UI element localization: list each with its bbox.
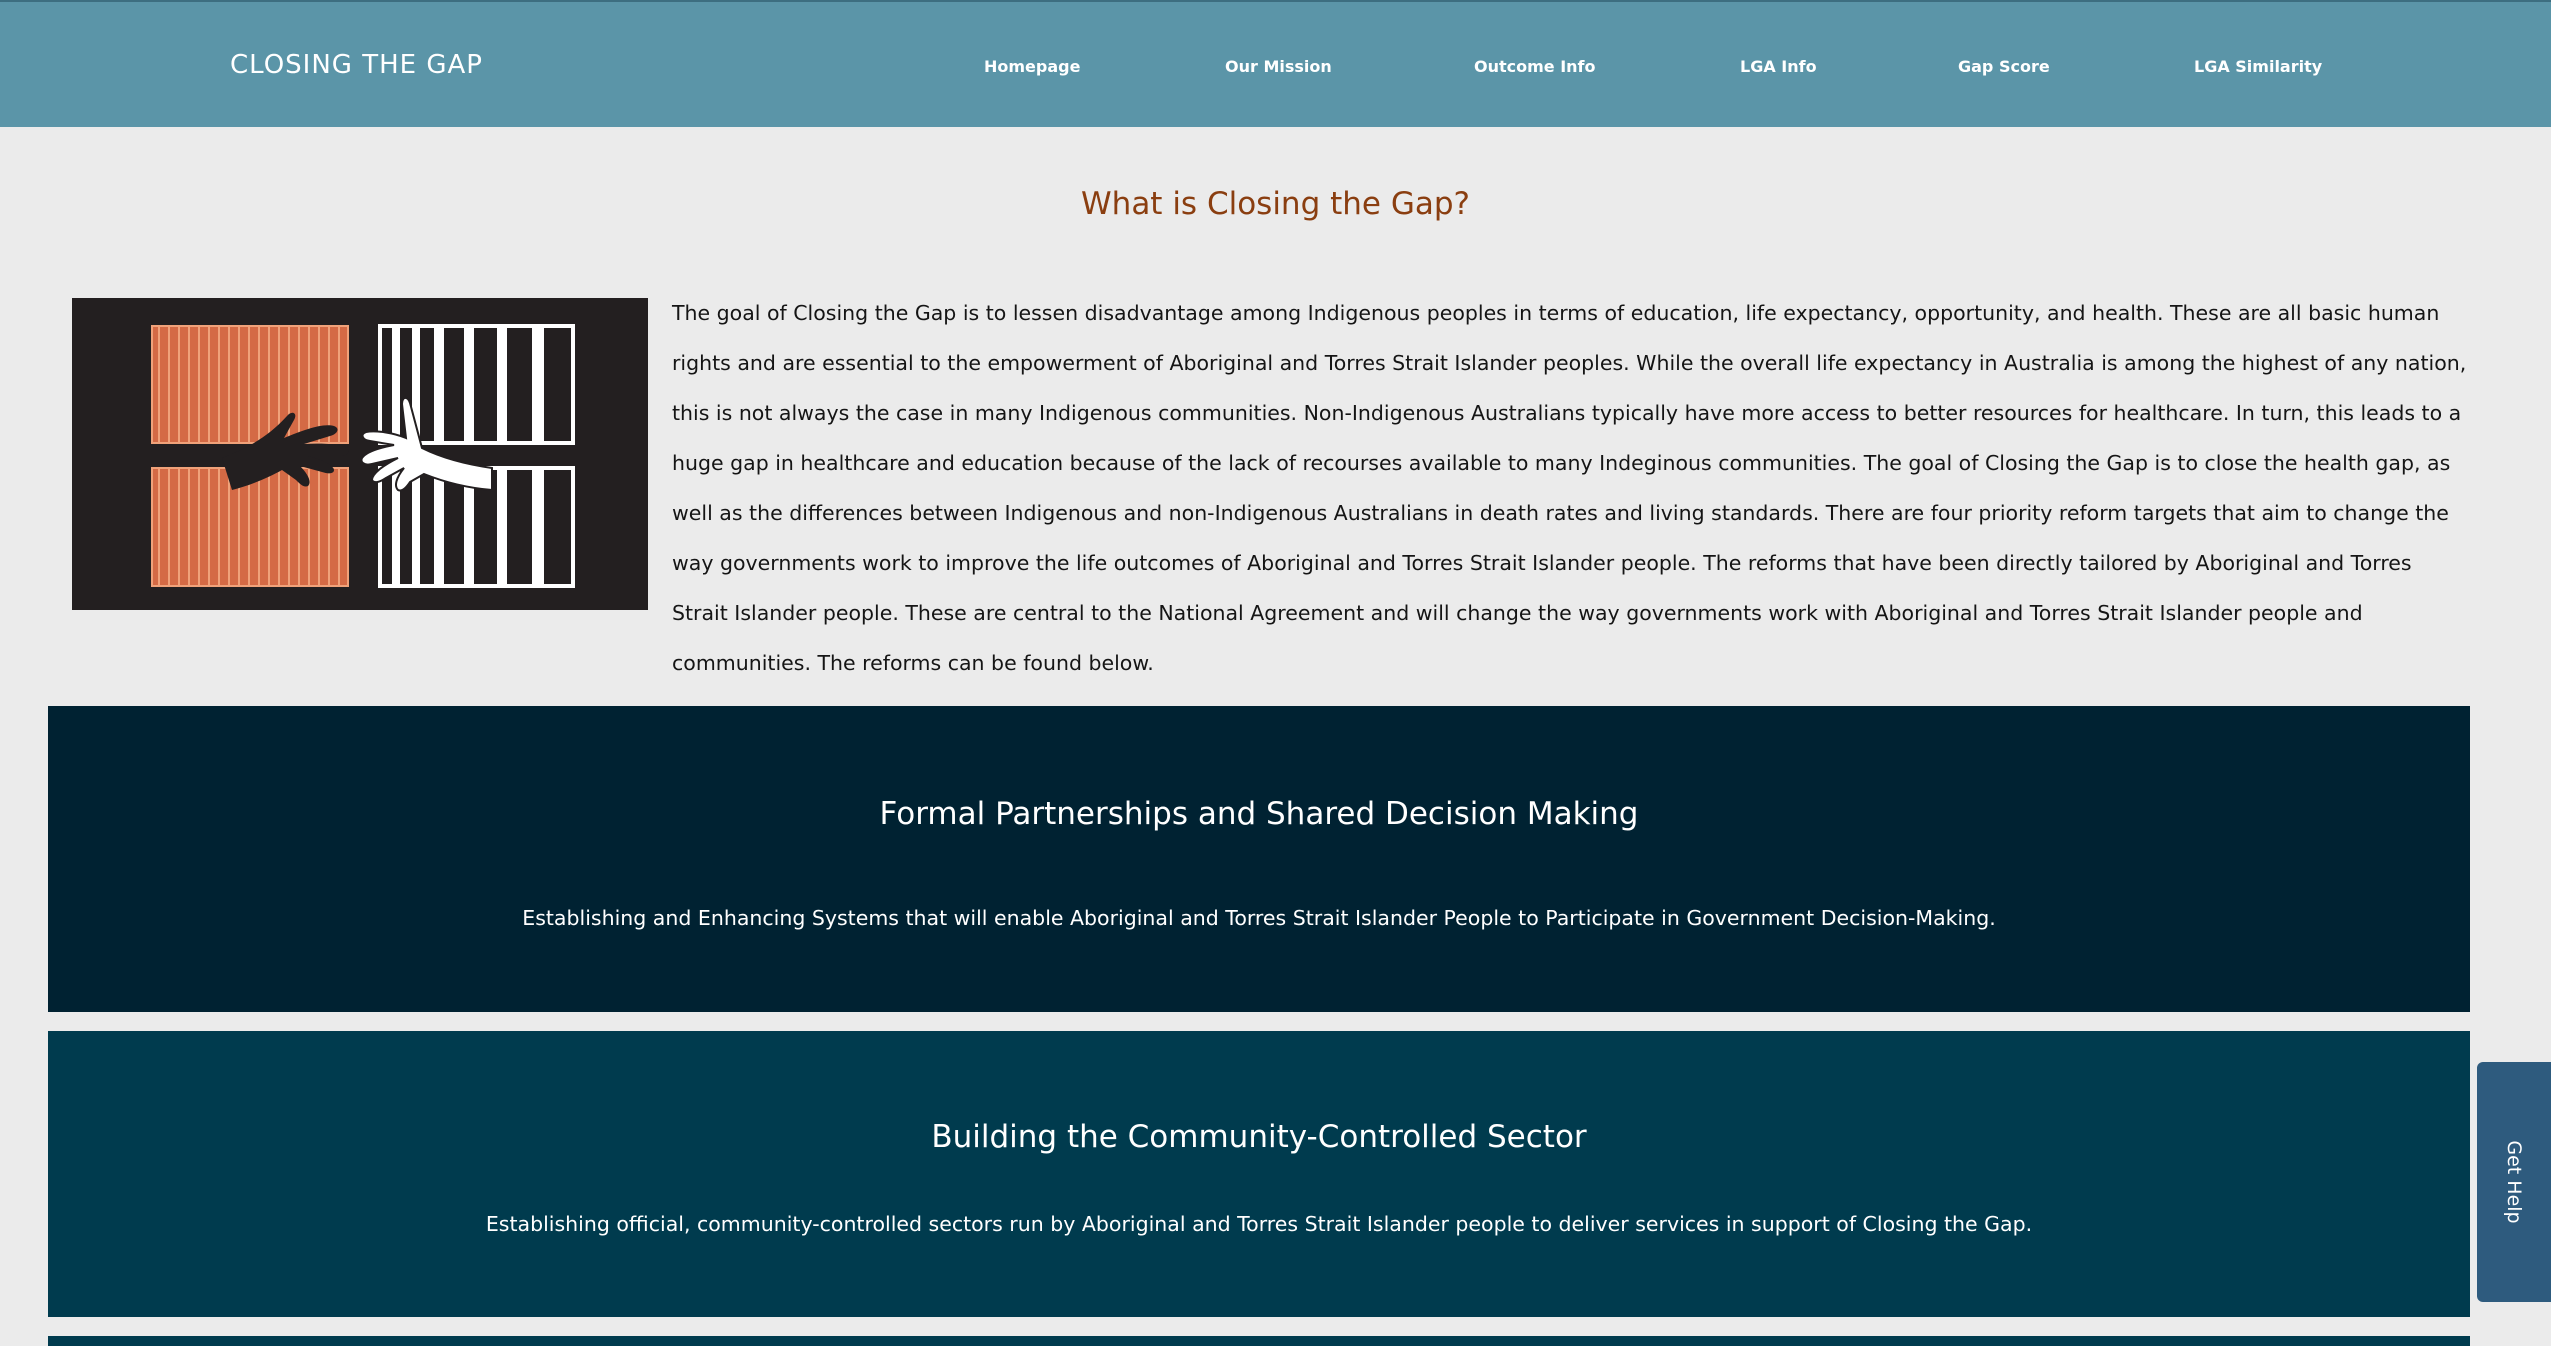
intro-paragraph: The goal of Closing the Gap is to lessen… bbox=[672, 301, 2467, 675]
reform-title: Building the Community-Controlled Sector bbox=[931, 1119, 1587, 1155]
nav-gap-score[interactable]: Gap Score bbox=[1958, 57, 2050, 76]
reform-title: Formal Partnerships and Shared Decision … bbox=[879, 796, 1639, 832]
closing-the-gap-artwork bbox=[72, 298, 648, 610]
reform-card-formal-partnerships: Formal Partnerships and Shared Decision … bbox=[48, 706, 2470, 1012]
reform-description: Establishing official, community-control… bbox=[485, 1212, 2033, 1236]
get-help-label: Get Help bbox=[2503, 1140, 2525, 1224]
top-navigation-bar: CLOSING THE GAP Homepage Our Mission Out… bbox=[0, 0, 2551, 127]
get-help-tab[interactable]: Get Help bbox=[2477, 1062, 2551, 1302]
reform-description: Establishing and Enhancing Systems that … bbox=[522, 906, 1996, 930]
nav-our-mission[interactable]: Our Mission bbox=[1225, 57, 1332, 76]
reform-card-community-controlled-sector: Building the Community-Controlled Sector… bbox=[48, 1031, 2470, 1317]
nav-homepage[interactable]: Homepage bbox=[984, 57, 1080, 76]
nav-lga-similarity[interactable]: LGA Similarity bbox=[2194, 57, 2322, 76]
nav-outcome-info[interactable]: Outcome Info bbox=[1474, 57, 1596, 76]
reform-card-partial bbox=[48, 1336, 2470, 1346]
page-title: What is Closing the Gap? bbox=[1081, 186, 1470, 222]
site-brand[interactable]: CLOSING THE GAP bbox=[230, 50, 483, 80]
nav-lga-info[interactable]: LGA Info bbox=[1740, 57, 1817, 76]
